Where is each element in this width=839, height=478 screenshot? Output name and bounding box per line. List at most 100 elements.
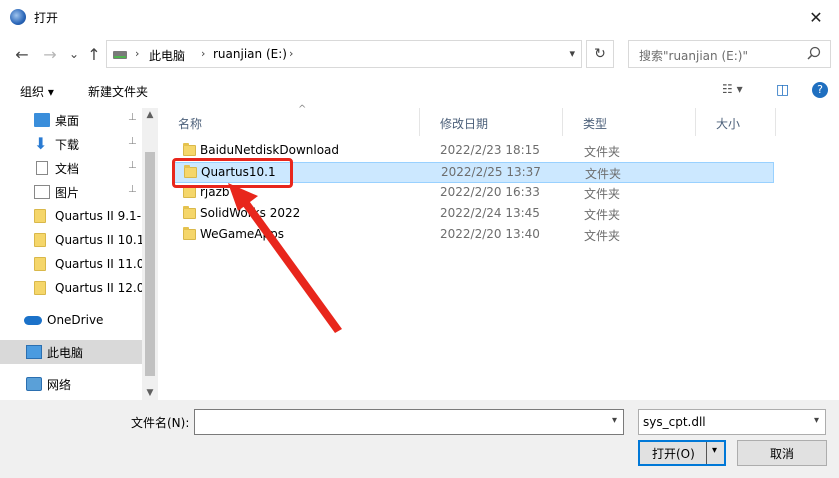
computer-icon — [26, 345, 42, 359]
navigation-pane: 桌面 ⊥ ⬇ 下载 ⊥ 文档 ⊥ 图片 ⊥ Quartus II 9.1-( Q… — [0, 108, 158, 400]
refresh-button[interactable]: ↻ — [586, 40, 614, 68]
file-row[interactable]: SolidWorks 2022 2022/2/24 13:45 文件夹 — [174, 204, 774, 225]
pin-icon: ⊥ — [128, 136, 137, 147]
file-date: 2022/2/23 18:15 — [440, 143, 540, 157]
address-bar[interactable]: › 此电脑 › ruanjian (E:) › ▾ — [106, 40, 582, 68]
column-header-modified[interactable]: 修改日期 — [420, 108, 563, 136]
scroll-down-icon[interactable]: ▼ — [142, 388, 158, 398]
folder-icon — [34, 233, 46, 247]
preview-pane-icon[interactable]: ◫ — [776, 82, 789, 98]
folder-icon — [183, 227, 196, 240]
breadcrumb-drive[interactable]: ruanjian (E:) — [213, 47, 287, 61]
sidebar-item-label: 网络 — [47, 377, 72, 392]
file-type: 文件夹 — [584, 208, 621, 222]
sidebar-item-network[interactable]: 网络 — [0, 372, 142, 396]
sidebar-item-documents[interactable]: 文档 ⊥ — [0, 156, 142, 180]
column-header-size[interactable]: 大小 — [696, 108, 776, 136]
sidebar-item-label: Quartus II 12.0 — [55, 281, 145, 295]
open-button-label: 打开(O) — [652, 447, 695, 461]
sidebar-item-label: 下载 — [55, 137, 80, 152]
desktop-icon — [34, 113, 50, 127]
sidebar-item-this-pc[interactable]: 此电脑 — [0, 340, 142, 364]
file-name: BaiduNetdiskDownload — [200, 143, 340, 157]
forward-arrow-icon[interactable]: → — [40, 44, 60, 64]
window-title: 打开 — [34, 11, 59, 25]
recent-locations-chevron-icon[interactable]: ⌄ — [64, 44, 84, 64]
file-row[interactable]: WeGameApps 2022/2/20 13:40 文件夹 — [174, 225, 774, 246]
sidebar-item-label: OneDrive — [47, 313, 104, 327]
app-icon — [10, 9, 26, 25]
breadcrumb-separator-icon: › — [289, 47, 294, 60]
file-type: 文件夹 — [584, 229, 621, 243]
close-button[interactable]: ✕ — [793, 0, 839, 34]
folder-icon — [183, 143, 196, 156]
network-icon — [26, 377, 42, 391]
breadcrumb-separator-icon: › — [135, 47, 140, 60]
file-date: 2022/2/25 13:37 — [441, 165, 541, 179]
sidebar-item-onedrive[interactable]: OneDrive — [0, 308, 142, 332]
up-arrow-icon[interactable]: ↑ — [84, 44, 104, 64]
sidebar-item-label: 此电脑 — [47, 345, 84, 360]
file-name: SolidWorks 2022 — [200, 206, 301, 220]
sidebar-item-label: Quartus II 9.1-( — [55, 209, 146, 223]
folder-icon — [183, 185, 196, 198]
view-options-icon[interactable]: ☷ ▾ — [722, 82, 743, 96]
file-type: 文件夹 — [584, 145, 621, 159]
help-icon[interactable]: ? — [812, 82, 828, 98]
column-header-name[interactable]: 名称 ^ — [158, 104, 420, 136]
sidebar-item-quartus-10-1[interactable]: Quartus II 10.1 — [0, 228, 145, 252]
sidebar-item-pictures[interactable]: 图片 ⊥ — [0, 180, 142, 204]
sidebar-item-label: Quartus II 10.1 — [55, 233, 145, 247]
search-icon — [807, 46, 821, 60]
scrollbar-thumb[interactable] — [145, 152, 155, 376]
sidebar-item-label: 文档 — [55, 161, 80, 176]
pin-icon: ⊥ — [128, 184, 137, 195]
folder-icon — [183, 206, 196, 219]
filename-input[interactable]: ▾ — [194, 409, 624, 435]
back-arrow-icon[interactable]: ← — [12, 44, 32, 64]
sidebar-item-quartus-11-0[interactable]: Quartus II 11.0 — [0, 252, 145, 276]
navigation-bar: ← → ⌄ ↑ › 此电脑 › ruanjian (E:) › ▾ ↻ 搜索"r… — [0, 34, 839, 74]
file-name: WeGameApps — [200, 227, 284, 241]
breadcrumb-this-pc[interactable]: 此电脑 — [149, 47, 185, 64]
file-date: 2022/2/20 16:33 — [440, 185, 540, 199]
scroll-up-icon[interactable]: ▲ — [142, 110, 158, 120]
cancel-button[interactable]: 取消 — [737, 440, 827, 466]
new-folder-button[interactable]: 新建文件夹 — [88, 83, 148, 100]
file-date: 2022/2/20 13:40 — [440, 227, 540, 241]
search-input[interactable]: 搜索"ruanjian (E:)" — [628, 40, 831, 68]
address-dropdown-icon[interactable]: ▾ — [569, 47, 575, 60]
command-toolbar: 组织 ▾ 新建文件夹 ☷ ▾ ◫ ? — [0, 74, 839, 108]
column-header-label: 名称 — [178, 117, 203, 131]
column-header-type[interactable]: 类型 — [563, 108, 696, 136]
pin-icon: ⊥ — [128, 160, 137, 171]
open-options-dropdown-icon[interactable]: ▾ — [712, 445, 717, 456]
file-type: 文件夹 — [584, 187, 621, 201]
onedrive-icon — [24, 315, 42, 325]
sidebar-item-label: Quartus II 11.0 — [55, 257, 145, 271]
folder-icon — [34, 257, 46, 271]
drive-icon — [113, 51, 127, 59]
sidebar-item-downloads[interactable]: ⬇ 下载 ⊥ — [0, 132, 142, 156]
filter-dropdown-icon[interactable]: ▾ — [814, 415, 819, 426]
dialog-footer: 文件名(N): ▾ sys_cpt.dll ▾ 打开(O) ▾ 取消 — [0, 400, 839, 478]
folder-icon — [34, 281, 46, 295]
filter-value: sys_cpt.dll — [643, 415, 706, 429]
file-type-filter[interactable]: sys_cpt.dll ▾ — [638, 409, 826, 435]
sidebar-item-quartus-9-1[interactable]: Quartus II 9.1-( — [0, 204, 146, 228]
folder-icon — [34, 209, 46, 223]
filename-dropdown-icon[interactable]: ▾ — [612, 415, 617, 426]
sidebar-item-desktop[interactable]: 桌面 ⊥ — [0, 108, 142, 132]
organize-button[interactable]: 组织 ▾ — [20, 83, 54, 100]
file-list: 名称 ^ 修改日期 类型 大小 BaiduNetdiskDownload 202… — [158, 104, 839, 400]
open-button[interactable]: 打开(O) ▾ — [638, 440, 726, 466]
filename-label: 文件名(N): — [131, 416, 190, 430]
sidebar-item-label: 图片 — [55, 185, 80, 200]
sidebar-item-quartus-12-0[interactable]: Quartus II 12.0 — [0, 276, 145, 300]
title-bar: 打开 ✕ — [0, 0, 839, 34]
document-icon — [36, 161, 48, 175]
breadcrumb-separator-icon: › — [201, 47, 206, 60]
picture-icon — [34, 185, 50, 199]
navigation-scrollbar[interactable]: ▲ ▼ — [142, 108, 158, 400]
sort-ascending-icon: ^ — [298, 104, 307, 115]
